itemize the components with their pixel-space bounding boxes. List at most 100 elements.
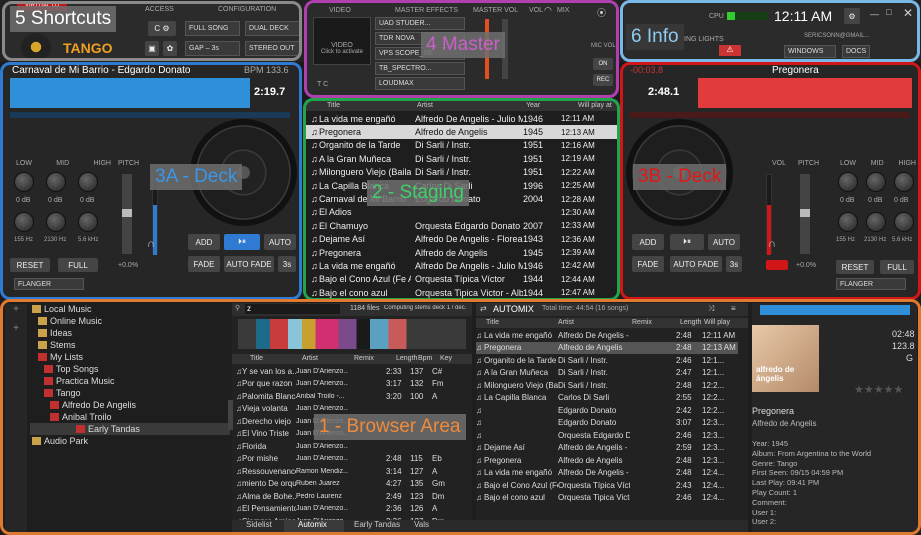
cover-flow[interactable] <box>238 319 466 349</box>
maximize-icon[interactable]: □ <box>886 7 891 17</box>
sideview-icon[interactable]: + <box>5 323 27 334</box>
staging-row[interactable]: ♫ Dejame Así Alfredo De Angelis - Floreal … <box>305 233 618 246</box>
tree-item[interactable]: Local Music <box>30 303 230 315</box>
save-icon[interactable]: ▣ <box>145 41 159 56</box>
automix-row[interactable]: ♫Milonguero Viejo (Bail...Di Sarli / Ins… <box>476 379 738 392</box>
automix-row[interactable]: ♫ Edgardo Donato 3:07 12:3... <box>476 417 738 430</box>
deck-a-play-button[interactable]: ⏵⏸ <box>224 234 260 250</box>
table-row[interactable]: ♫miento De orquesRuben Juarez 4:27 135 Gm <box>232 478 468 491</box>
stereo-out-select[interactable]: STEREO OUT <box>245 41 300 56</box>
deck-a-effect-select[interactable]: FLANGER <box>14 278 84 290</box>
mic-on-button[interactable]: ON <box>593 58 613 70</box>
table-row[interactable]: ♫ El Pensamiento Juan D'Arienzo... 2:36 126 A <box>232 503 468 516</box>
tree-item[interactable]: Ideas <box>30 327 230 339</box>
automix-row[interactable]: ♫ Organito de la Tarde Di Sarli / Instr. 2:… <box>476 354 738 367</box>
headphones-cue-icon[interactable]: ∩ <box>147 238 155 250</box>
deck-b-auto-button[interactable]: AUTO <box>708 234 740 250</box>
table-row[interactable]: ♫ Por que razon Juan D'Arienzo... 3:17 132 Fm <box>232 378 468 391</box>
deck-b-overview[interactable] <box>630 112 910 118</box>
deck-b-auto-fade-button[interactable]: AUTO FADE <box>670 256 722 272</box>
shortcut-c-button[interactable]: C ⚙ <box>148 21 176 36</box>
staging-row[interactable]: ♫Milonguero Viejo (Bailarin P... Di Sarli… <box>305 166 618 179</box>
eq-high-knob[interactable] <box>78 172 98 192</box>
eq-mid-knob[interactable] <box>866 172 886 192</box>
deck-a-fade-button[interactable]: FADE <box>188 256 220 272</box>
tree-item[interactable]: Alfredo De Angelis <box>30 399 230 411</box>
col-year[interactable]: Year <box>526 102 540 109</box>
filter-low-knob[interactable] <box>838 212 858 232</box>
table-row[interactable]: ♫ Ressouvenance Ramon Mendiz... 3:14 127 A <box>232 465 468 478</box>
deck-b-record-indicator[interactable] <box>766 260 788 270</box>
search-input[interactable]: z <box>245 304 340 314</box>
staging-row[interactable]: ♫ Bajo el cono azul Orquesta Tipica Victor… <box>305 286 618 299</box>
full-song-select[interactable]: FULL SONG <box>185 21 240 36</box>
col-title[interactable]: Title <box>486 319 499 326</box>
tree-item[interactable]: Anibal Troilo <box>30 411 230 423</box>
dual-deck-select[interactable]: DUAL DECK <box>245 21 300 36</box>
staging-row[interactable]: ♫Bajo el Cono Azul (Fe Alb... Orquesta Tí… <box>305 273 618 286</box>
deck-a-pitch-slider[interactable] <box>122 174 132 254</box>
table-row[interactable]: ♫ Palomita Blanca Anibal Troilo -... 3:20 10… <box>232 390 468 403</box>
filter-low-knob[interactable] <box>14 212 34 232</box>
tree-item[interactable]: Online Music <box>30 315 230 327</box>
tree-item[interactable]: Top Songs <box>30 363 230 375</box>
minimize-icon[interactable]: — <box>870 9 879 19</box>
col-title[interactable]: Title <box>327 102 340 109</box>
table-row[interactable]: ♫ Alma de Bohe... Pedro Laurenz 2:49 123 Dm <box>232 490 468 503</box>
automix-row[interactable]: ♫La vida me engañó Alfredo De Angelis - J… <box>476 467 738 480</box>
rating-stars[interactable]: ★★★★★ <box>854 383 903 396</box>
deck-a-overview[interactable] <box>10 112 290 118</box>
deck-a-add-button[interactable]: ADD <box>188 234 220 250</box>
col-will-play[interactable]: Will play <box>704 319 730 326</box>
automix-row[interactable]: ♫ Pregonera Alfredo de Angelis 2:48 12:13 AM <box>476 341 738 354</box>
tree-item[interactable]: Audio Park <box>30 435 230 447</box>
table-row[interactable]: ♫ Por mishe Juan D'Arienzo... 2:48 115 Eb <box>232 453 468 466</box>
filter-mid-knob[interactable] <box>866 212 886 232</box>
col-length[interactable]: Length <box>680 319 701 326</box>
staging-row[interactable]: ♫ La vida me engañó Alfredo De Angelis - J… <box>305 112 618 125</box>
windows-select[interactable]: WINDOWS <box>784 45 836 58</box>
automix-row[interactable]: ♫Dejame Así Alfredo de Angelis - F... 2:59… <box>476 442 738 455</box>
automix-row[interactable]: ♫ La Capilla Blanca Carlos Di Sarli 2:55 12:… <box>476 392 738 405</box>
col-artist[interactable]: Artist <box>302 355 318 362</box>
video-box[interactable]: VIDEO Click to activate <box>313 17 371 65</box>
col-key[interactable]: Key <box>440 355 452 362</box>
eq-high-knob[interactable] <box>894 172 914 192</box>
deck-b-secs-button[interactable]: 3s <box>726 256 742 272</box>
deck-b-waveform[interactable] <box>698 78 912 108</box>
col-bpm[interactable]: Bpm <box>418 355 432 362</box>
col-will-play[interactable]: Will play at <box>578 102 612 109</box>
deck-b-effect-select[interactable]: FLANGER <box>836 278 906 290</box>
eq-low-knob[interactable] <box>14 172 34 192</box>
col-remix[interactable]: Remix <box>354 355 374 362</box>
staging-row[interactable]: ♫ Pregonera Alfredo de Angelis 1945 12:39 AM <box>305 246 618 259</box>
add-folder-icon[interactable]: + <box>5 304 27 315</box>
filter-high-knob[interactable] <box>78 212 98 232</box>
automix-row[interactable]: ♫ A la Gran Muñeca Di Sarli / Instr. 2:47 12… <box>476 367 738 380</box>
deck-a-auto-button[interactable]: AUTO <box>264 234 296 250</box>
headphones-cue-icon[interactable]: ∩ <box>768 238 776 250</box>
menu-icon[interactable]: ≡ <box>731 304 736 313</box>
deck-b-pitch-slider[interactable] <box>800 174 810 254</box>
deck-a-reset-button[interactable]: RESET <box>10 258 50 272</box>
filter-mid-knob[interactable] <box>46 212 66 232</box>
col-artist[interactable]: Artist <box>558 319 574 326</box>
tree-item[interactable]: Tango <box>30 387 230 399</box>
automix-row[interactable]: ♫ Pregonera Alfredo de Angelis 2:48 12:3... <box>476 454 738 467</box>
deck-a-full-button[interactable]: FULL <box>58 258 98 272</box>
automix-row[interactable]: ♫La vida me engañó Alfredo De Angelis - J… <box>476 329 738 342</box>
settings-icon[interactable]: ✿ <box>163 41 177 56</box>
deck-b-full-button[interactable]: FULL <box>880 260 914 274</box>
rec-button[interactable]: REC <box>593 74 613 86</box>
staging-row[interactable]: ♫ El Chamuyo Orquesta Edgardo Donato 2007 12… <box>305 219 618 232</box>
col-artist[interactable]: Artist <box>417 102 433 109</box>
eq-low-knob[interactable] <box>838 172 858 192</box>
gap-select[interactable]: GAP – 3s <box>185 41 240 56</box>
deck-a-secs-button[interactable]: 3s <box>278 256 296 272</box>
effect-slot[interactable]: TB_SPECTRO... <box>375 62 465 75</box>
col-length[interactable]: Length <box>396 355 417 362</box>
docs-button[interactable]: DOCS <box>842 45 870 58</box>
staging-row[interactable]: ♫ Pregonera Alfredo de Angelis 1945 12:13 AM <box>305 125 618 139</box>
automix-row[interactable]: ♫ Edgardo Donato 2:42 12:2... <box>476 404 738 417</box>
tab-vals[interactable]: Vals <box>404 520 444 532</box>
